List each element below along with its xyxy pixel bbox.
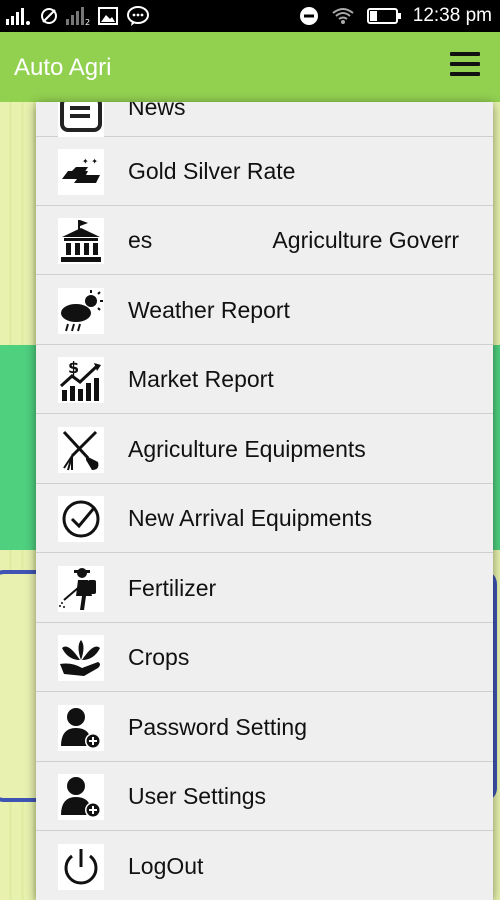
menu-label-new-arrival-equipments: New Arrival Equipments [128,504,373,531]
menu-label-password-setting: Password Setting [128,713,307,740]
gold-bars-icon: ✦ ✦ [58,149,104,195]
hamburger-menu-icon[interactable] [450,52,480,80]
image-icon [98,7,118,25]
status-clock: 12:38 pm [413,5,492,27]
menu-label-gold-silver-rate: Gold Silver Rate [128,157,296,184]
user-add-icon [58,774,104,820]
menu-item-user-settings[interactable]: User Settings [36,762,493,831]
menu-label-market-report: Market Report [128,365,274,392]
power-icon [58,844,104,890]
svg-text:2: 2 [85,18,90,25]
chat-icon [127,6,149,26]
wifi-icon [332,8,354,24]
menu-label-fertilizer: Fertilizer [128,574,217,601]
menu-item-agriculture-government[interactable]: es Agriculture Goverr [36,206,493,275]
menu-label-logout: LogOut [128,853,204,879]
svg-text:$: $ [68,358,79,377]
status-ampm: pm [465,5,492,26]
menu-item-logout[interactable]: LogOut [36,832,493,900]
menu-item-agriculture-equipments[interactable]: Agriculture Equipments [36,415,493,484]
status-bar: 2 12:38 pm [0,0,500,32]
menu-item-password-setting[interactable]: Password Setting [36,693,493,762]
no-sim-icon [41,8,57,24]
menu-item-crops[interactable]: Crops [36,623,493,692]
status-right: 12:38 pm [299,5,492,27]
menu-item-new-arrival-equipments[interactable]: New Arrival Equipments [36,484,493,553]
plant-hand-icon [58,635,104,681]
do-not-disturb-icon [299,7,318,25]
government-building-icon [58,218,104,264]
menu-item-weather-report[interactable]: Weather Report [36,276,493,345]
menu-label-news: News [128,102,186,120]
menu-item-gold-silver-rate[interactable]: ✦ ✦ Gold Silver Rate [36,137,493,206]
svg-text:✦ ✦: ✦ ✦ [82,157,98,166]
status-left: 2 [6,5,150,27]
user-add-icon [58,705,104,751]
sprayer-icon [58,566,104,612]
menu-label-weather-report: Weather Report [128,296,290,323]
menu-item-fertilizer[interactable]: Fertilizer [36,554,493,623]
market-chart-icon: $ [58,357,104,403]
status-time: 12:38 [412,5,461,26]
navigation-menu: News ✦ ✦ Gold Silver Rate es Agriculture… [36,102,493,900]
menu-label-crops: Crops [128,643,190,670]
app-title: Auto Agri [14,54,112,81]
tools-icon [58,427,104,473]
menu-item-news[interactable]: News [36,102,493,137]
menu-item-market-report[interactable]: $ Market Report [36,345,493,414]
check-circle-icon [58,496,104,542]
news-icon [58,102,104,137]
battery-icon [366,8,401,24]
menu-label-agriculture-equipments: Agriculture Equipments [128,435,366,462]
app-bar: Auto Agri [0,32,500,102]
weather-icon [58,288,104,334]
menu-label-agriculture-government: es Agriculture Goverr [128,226,460,253]
menu-label-user-settings: User Settings [128,782,267,809]
signal-icon [6,8,30,25]
signal-2-icon: 2 [66,7,90,25]
